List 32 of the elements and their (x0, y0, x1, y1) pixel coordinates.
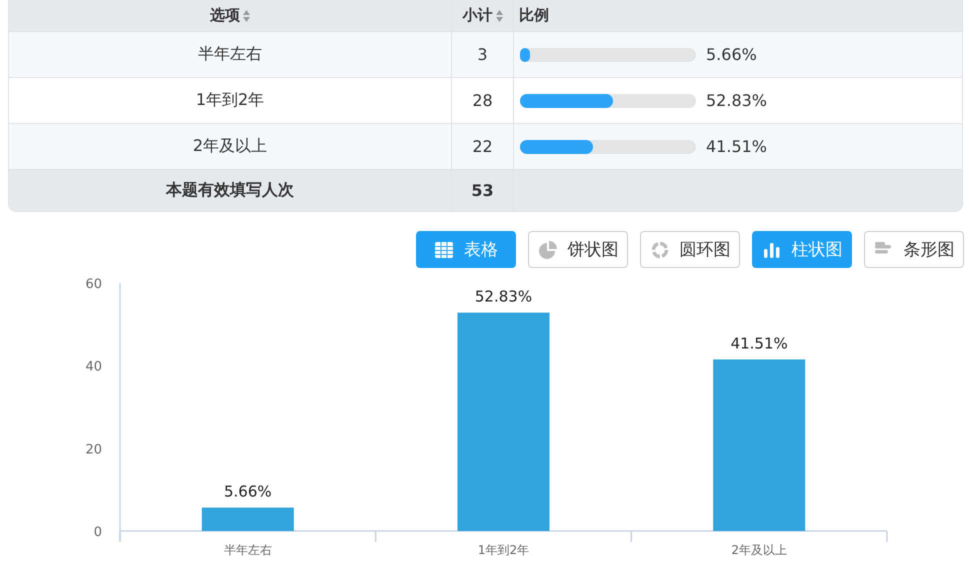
column-header: 比例 (519, 6, 549, 25)
y-tick-label: 60 (85, 277, 102, 292)
bar-value-label: 5.66% (224, 482, 272, 501)
column-header[interactable]: 小计 (462, 6, 492, 25)
total-label: 本题有效填写人次 (166, 180, 294, 201)
grid-icon (434, 240, 454, 260)
sort-icon[interactable] (496, 10, 502, 22)
option-label: 2年及以上 (192, 136, 268, 157)
bar-value-label: 41.51% (730, 334, 788, 352)
total-count: 53 (471, 181, 494, 200)
ring-chart-icon (650, 240, 670, 260)
y-tick-label: 20 (85, 442, 102, 458)
view-button[interactable]: 圆环图 (640, 231, 740, 268)
view-button[interactable]: 条形图 (864, 231, 964, 268)
view-button[interactable]: 饼状图 (528, 231, 628, 268)
percent-value: 41.51% (706, 137, 768, 156)
count-value: 22 (472, 137, 493, 156)
percent-value: 5.66% (706, 45, 757, 64)
option-label: 1年到2年 (196, 90, 264, 111)
option-label: 半年左右 (198, 44, 262, 65)
percent-value: 52.83% (706, 91, 768, 110)
x-category-label: 半年左右 (224, 543, 272, 557)
column-header[interactable]: 选项 (210, 6, 240, 25)
count-value: 3 (477, 45, 488, 64)
x-category-label: 1年到2年 (478, 543, 530, 557)
y-tick-label: 0 (94, 525, 102, 540)
bar-value-label: 52.83% (474, 288, 532, 306)
count-value: 28 (472, 91, 493, 110)
sort-icon[interactable] (243, 10, 250, 22)
x-category-label: 2年及以上 (731, 543, 787, 557)
y-tick-label: 40 (85, 360, 102, 375)
pie-chart-icon (538, 240, 558, 260)
